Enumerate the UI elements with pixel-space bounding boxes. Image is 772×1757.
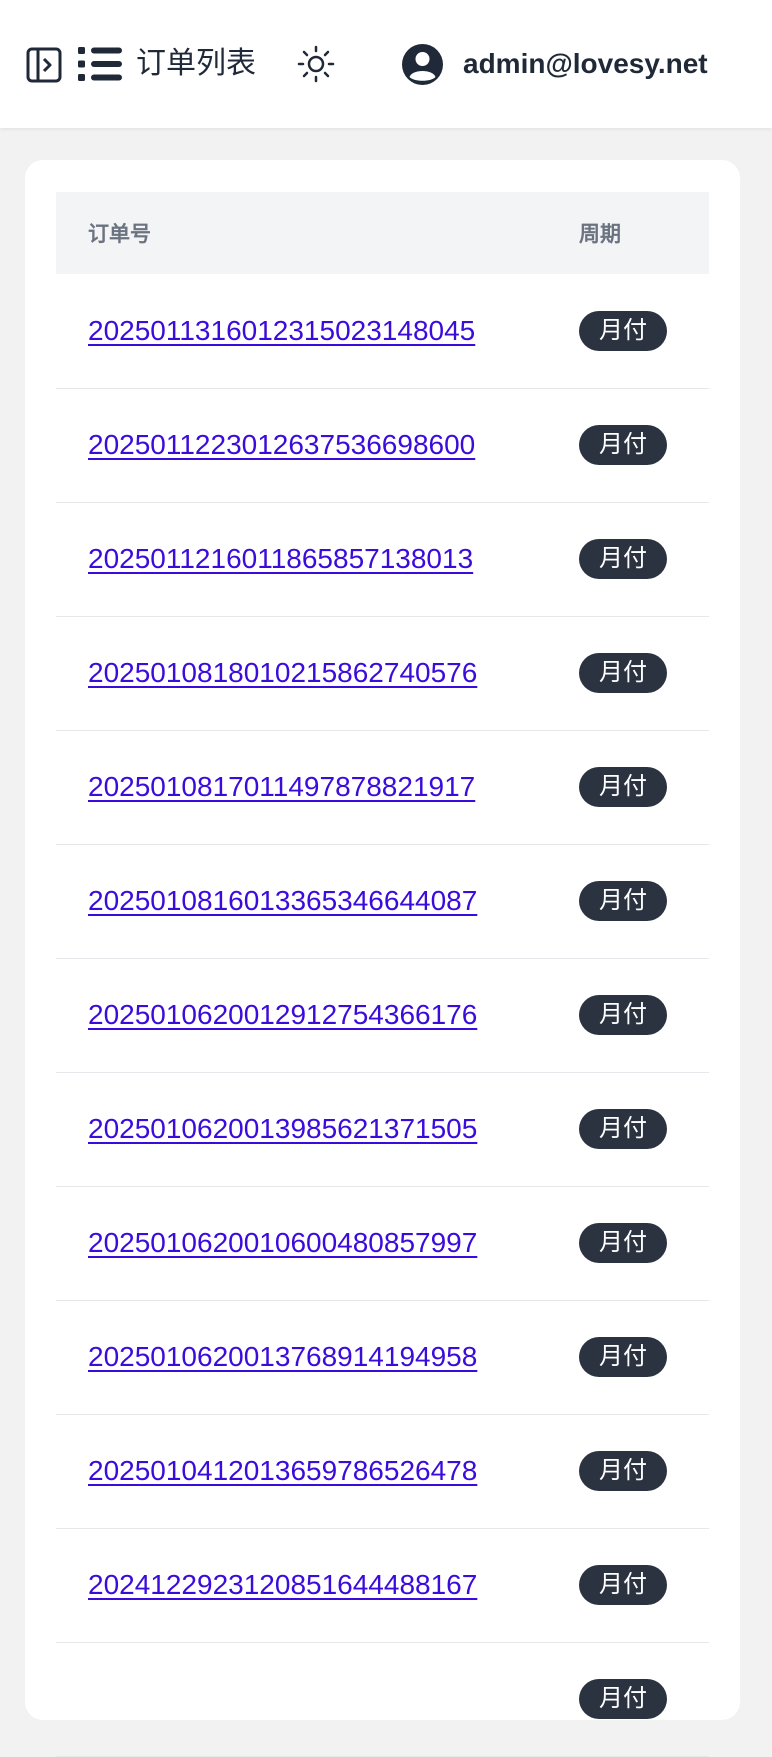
order-no-cell: 2025010818010215862740576 [56,616,579,730]
list-icon [78,46,122,82]
table-row: 2025010412013659786526478 月付 [56,1414,709,1528]
order-link[interactable]: 2025011223012637536698600 [88,429,475,460]
orders-table: 订单号 周期 2025011316012315023148045 月付 202501… [56,192,709,1757]
period-badge: 月付 [579,1679,667,1719]
user-email: admin@lovesy.net [463,48,708,79]
top-bar: 订单列表 admin@lovesy.net [0,0,772,128]
table-row: 2025010818010215862740576 月付 [56,616,709,730]
period-cell: 月付 [579,388,709,502]
period-badge: 月付 [579,1337,667,1377]
period-cell: 月付 [579,616,709,730]
order-no-cell: 2025010412013659786526478 [56,1414,579,1528]
sidebar-toggle-icon[interactable] [26,47,62,83]
order-link[interactable]: 2025010818010215862740576 [88,657,477,688]
order-link[interactable]: 2025011216011865857138013 [88,543,473,574]
user-menu[interactable]: admin@lovesy.net [402,42,708,86]
table-row: 2025010620012912754366176 月付 [56,958,709,1072]
order-no-cell [56,1642,579,1756]
order-no-cell: 2025011316012315023148045 [56,274,579,388]
period-cell: 月付 [579,1642,709,1756]
period-badge: 月付 [579,881,667,921]
period-badge: 月付 [579,425,667,465]
page-title: 订单列表 [136,47,256,80]
table-row: 2025010620013768914194958 月付 [56,1300,709,1414]
period-cell: 月付 [579,1528,709,1642]
table-header-row: 订单号 周期 [56,192,709,274]
order-no-cell: 2025010816013365346644087 [56,844,579,958]
table-row: 2025011216011865857138013 月付 [56,502,709,616]
order-no-cell: 2025011216011865857138013 [56,502,579,616]
order-no-cell: 2025010620010600480857997 [56,1186,579,1300]
table-row: 2025010620013985621371505 月付 [56,1072,709,1186]
period-badge: 月付 [579,310,667,351]
order-link[interactable]: 2025010620012912754366176 [88,999,477,1030]
period-badge: 月付 [579,1223,667,1263]
period-badge: 月付 [579,1565,667,1605]
period-cell: 月付 [579,1072,709,1186]
period-cell: 月付 [579,844,709,958]
period-badge: 月付 [579,539,667,579]
period-cell: 月付 [579,1300,709,1414]
period-cell: 月付 [579,958,709,1072]
order-no-cell: 2025010620013768914194958 [56,1300,579,1414]
order-no-cell: 2025010620013985621371505 [56,1072,579,1186]
table-row: 2025010620010600480857997 月付 [56,1186,709,1300]
order-no-cell: 2025010620012912754366176 [56,958,579,1072]
period-badge: 月付 [579,767,667,807]
order-no-cell: 2025011223012637536698600 [56,388,579,502]
column-header-order-no: 订单号 [88,223,151,246]
order-link[interactable]: 2025010620010600480857997 [88,1227,477,1258]
period-badge: 月付 [579,1109,667,1149]
order-link[interactable]: 2025010620013985621371505 [88,1113,477,1144]
table-row: 月付 [56,1642,709,1756]
period-badge: 月付 [579,995,667,1035]
column-header-period: 周期 [579,223,621,246]
order-link[interactable]: 2025010816013365346644087 [88,885,477,916]
table-row: 2025011223012637536698600 月付 [56,388,709,502]
order-link[interactable]: 2025010620013768914194958 [88,1341,477,1372]
table-row: 2024122923120851644488167 月付 [56,1528,709,1642]
order-link[interactable]: 2025010412013659786526478 [88,1455,477,1486]
period-cell: 月付 [579,274,709,388]
period-cell: 月付 [579,730,709,844]
orders-card: 订单号 周期 2025011316012315023148045 月付 202501… [25,160,740,1756]
table-row: 2025011316012315023148045 月付 [56,274,709,388]
table-row: 2025010817011497878821917 月付 [56,730,709,844]
period-badge: 月付 [579,653,667,693]
table-row: 2025010816013365346644087 月付 [56,844,709,958]
order-no-cell: 2024122923120851644488167 [56,1528,579,1642]
order-no-cell: 2025010817011497878821917 [56,730,579,844]
order-link[interactable]: 2025010817011497878821917 [88,771,475,802]
order-link[interactable]: 2024122923120851644488167 [88,1569,477,1600]
sun-icon[interactable] [297,45,335,83]
user-avatar-icon [402,43,443,85]
period-cell: 月付 [579,502,709,616]
period-cell: 月付 [579,1414,709,1528]
order-link[interactable]: 2025011316012315023148045 [88,315,475,346]
period-cell: 月付 [579,1186,709,1300]
period-badge: 月付 [579,1451,667,1491]
